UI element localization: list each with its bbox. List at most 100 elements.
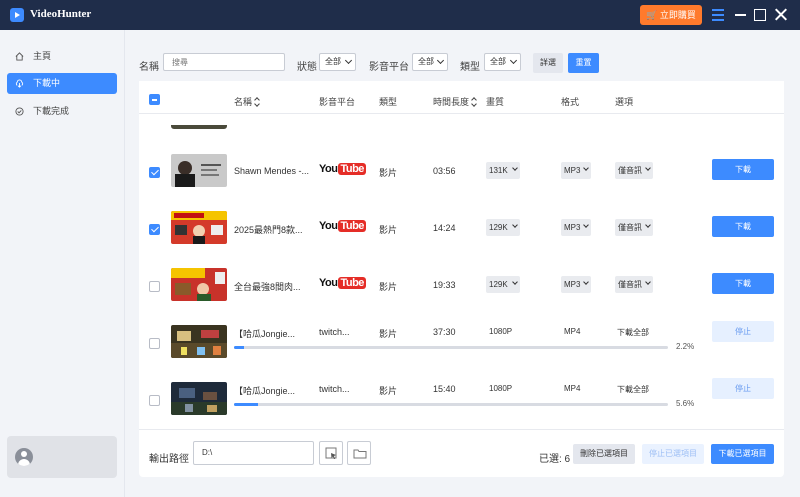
select-all-checkbox[interactable] — [149, 94, 160, 105]
video-type: 影片 — [379, 329, 398, 339]
video-title: 【哈瓜Jongie... — [234, 386, 296, 396]
close-icon[interactable] — [773, 7, 789, 23]
platform-select[interactable]: 全部 — [412, 53, 448, 71]
sidebar-item-downloading[interactable]: 下載中 — [7, 73, 117, 94]
header-duration[interactable]: 時間長度 — [433, 95, 477, 108]
video-title: 【哈瓜Jongie... — [234, 329, 296, 339]
progress-fill — [234, 346, 244, 349]
video-type: 影片 — [379, 386, 398, 396]
video-thumbnail — [171, 382, 227, 415]
filter-bar: 名稱 狀態 全部 影音平台 全部 類型 全部 詳選 重置 — [139, 43, 784, 81]
row-checkbox[interactable] — [149, 224, 160, 235]
download-button[interactable]: 下載 — [712, 159, 774, 180]
menu-icon[interactable] — [710, 7, 726, 23]
minimize-icon[interactable] — [732, 7, 748, 23]
format-value: MP3 — [564, 166, 581, 175]
quality-select[interactable]: 129K — [486, 276, 520, 293]
title-bar: VideoHunter 🛒 立即購買 — [0, 0, 800, 30]
sidebar: 主頁 下載中 下載完成 — [0, 30, 125, 497]
chevron-down-icon — [512, 279, 518, 285]
platform-filter-label: 影音平台 — [369, 62, 409, 73]
chevron-down-icon — [583, 165, 589, 171]
format-select[interactable]: MP3 — [561, 276, 591, 293]
quality-value: 1080P — [489, 384, 513, 393]
app-logo-icon — [10, 8, 24, 22]
maximize-icon[interactable] — [752, 7, 768, 23]
stop-selected-button[interactable]: 停止已選項目 — [642, 444, 704, 464]
output-path-field[interactable]: D:\ — [193, 441, 314, 465]
option-select[interactable]: 僅音訊 — [615, 162, 653, 179]
header-name[interactable]: 名稱 — [234, 95, 260, 108]
query-button[interactable]: 詳選 — [533, 53, 563, 73]
sort-icon — [254, 98, 260, 106]
selected-count: 已選: 6 — [539, 454, 571, 465]
type-select-value: 全部 — [490, 57, 506, 66]
type-select[interactable]: 全部 — [484, 53, 521, 71]
status-select[interactable]: 全部 — [319, 53, 356, 71]
row-checkbox[interactable] — [149, 281, 160, 292]
youtube-logo: You Tube — [319, 277, 366, 289]
select-path-button[interactable] — [319, 441, 343, 465]
search-input[interactable] — [163, 53, 285, 71]
option-value: 僅音訊 — [618, 280, 642, 289]
download-button[interactable]: 下載 — [712, 216, 774, 237]
reset-button[interactable]: 重置 — [568, 53, 599, 73]
quality-value: 131K — [489, 166, 508, 175]
sort-icon — [471, 98, 477, 106]
table-header: 名稱 影音平台 類型 時間長度 畫質 格式 選項 — [139, 86, 784, 114]
table-row: 全台最強8間肉... You Tube 影片 19:33 129K MP3 僅音訊… — [139, 257, 784, 314]
home-icon — [15, 52, 24, 61]
quality-select[interactable]: 131K — [486, 162, 520, 179]
progress-fill — [234, 403, 259, 406]
table-row: 【哈瓜Jongie... twitch... 影片 15:40 1080P MP… — [139, 371, 784, 415]
sidebar-item-home[interactable]: 主頁 — [7, 46, 117, 67]
chevron-down-icon — [436, 56, 445, 65]
buy-button-label: 立即購買 — [659, 10, 696, 20]
download-list: Shawn Mendes -... You Tube 影片 03:56 131K … — [139, 125, 784, 415]
video-thumbnail — [171, 211, 227, 244]
youtube-logo: You Tube — [319, 163, 366, 175]
row-checkbox[interactable] — [149, 338, 160, 349]
format-value: MP4 — [564, 327, 581, 336]
chevron-down-icon — [645, 279, 651, 285]
chevron-down-icon — [512, 222, 518, 228]
delete-selected-button[interactable]: 刪除已選項目 — [573, 444, 635, 464]
video-platform: twitch... — [319, 384, 350, 394]
account-box[interactable] — [7, 436, 117, 478]
row-checkbox[interactable] — [149, 167, 160, 178]
video-platform: twitch... — [319, 327, 350, 337]
format-select[interactable]: MP3 — [561, 162, 591, 179]
chevron-down-icon — [645, 165, 651, 171]
sidebar-item-completed[interactable]: 下載完成 — [7, 101, 117, 122]
table-row: Shawn Mendes -... You Tube 影片 03:56 131K … — [139, 143, 784, 200]
chevron-down-icon — [512, 165, 518, 171]
buy-button[interactable]: 🛒 立即購買 — [640, 5, 702, 25]
option-value: 僅音訊 — [618, 223, 642, 232]
option-select[interactable]: 僅音訊 — [615, 276, 653, 293]
open-folder-button[interactable] — [347, 441, 371, 465]
download-selected-button[interactable]: 下載已選項目 — [711, 444, 774, 464]
folder-icon — [353, 449, 367, 459]
type-filter-label: 類型 — [460, 62, 480, 73]
sidebar-item-label: 下載完成 — [33, 106, 70, 116]
progress-percent: 5.6% — [676, 399, 695, 408]
format-value: MP3 — [564, 223, 581, 232]
avatar[interactable] — [15, 448, 33, 466]
download-button[interactable]: 下載 — [712, 273, 774, 294]
stop-button[interactable]: 停止 — [712, 321, 774, 342]
header-name-label: 名稱 — [234, 97, 253, 107]
main-panel: 名稱 狀態 全部 影音平台 全部 類型 全部 詳選 重置 名稱 影音平台 類型 … — [139, 43, 784, 477]
option-value: 下載全部 — [617, 385, 649, 394]
youtube-logo: You Tube — [319, 220, 366, 232]
option-value: 下載全部 — [617, 328, 649, 337]
stop-button[interactable]: 停止 — [712, 378, 774, 399]
quality-value: 129K — [489, 223, 508, 232]
option-select[interactable]: 僅音訊 — [615, 219, 653, 236]
video-duration: 19:33 — [433, 280, 456, 290]
row-checkbox[interactable] — [149, 395, 160, 406]
download-progress-bar — [234, 403, 668, 406]
header-format: 格式 — [561, 97, 580, 107]
format-select[interactable]: MP3 — [561, 219, 591, 236]
video-thumbnail — [171, 154, 227, 187]
quality-select[interactable]: 129K — [486, 219, 520, 236]
